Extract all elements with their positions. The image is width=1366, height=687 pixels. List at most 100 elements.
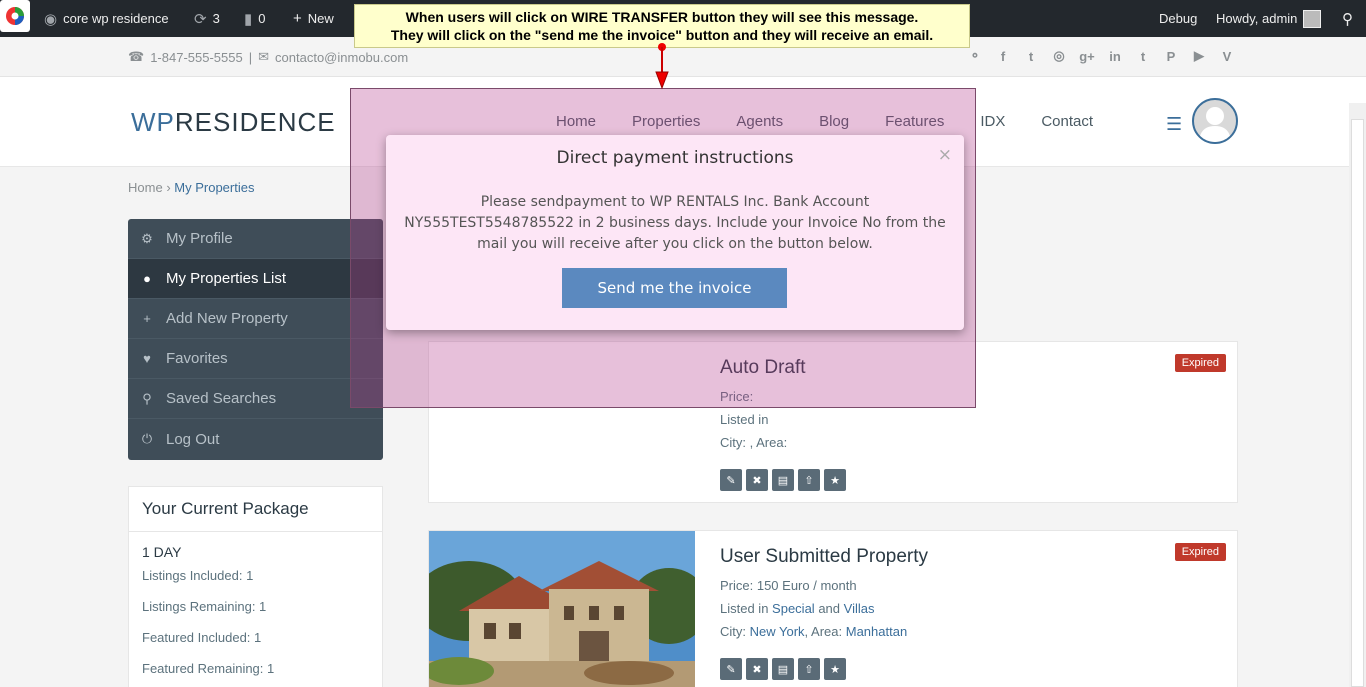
sidebar-item-saved-searches[interactable]: ⚲ Saved Searches <box>128 379 383 419</box>
package-featured-remaining: Featured Remaining: 1 <box>142 661 275 676</box>
page-scrollbar[interactable] <box>1349 103 1366 687</box>
package-listings-remaining: Listings Remaining: 1 <box>142 599 267 614</box>
property-city-area: City: , Area: <box>720 435 788 450</box>
plus-icon: + <box>293 10 302 27</box>
dribbble-icon[interactable]: ◎ <box>1050 47 1068 65</box>
property-title[interactable]: User Submitted Property <box>720 546 928 568</box>
facebook-icon[interactable]: f <box>994 47 1012 65</box>
current-package-panel: Your Current Package 1 DAY Listings Incl… <box>128 486 383 687</box>
phone-icon: ☎ <box>128 49 145 64</box>
property-listed-in: Listed in Special and Villas <box>720 601 874 616</box>
sidebar-item-label: My Profile <box>166 230 233 247</box>
scrollbar-thumb[interactable] <box>1351 119 1364 687</box>
breadcrumb-current[interactable]: My Properties <box>174 180 254 195</box>
new-menu[interactable]: + New <box>293 0 334 37</box>
upload-icon[interactable]: ⇧ <box>798 658 820 680</box>
site-logo[interactable]: WPRESIDENCE <box>131 107 336 138</box>
sidebar-item-add-new-property[interactable]: + Add New Property <box>128 299 383 339</box>
vimeo-icon[interactable]: V <box>1218 47 1236 65</box>
sidebar-item-label: Saved Searches <box>166 390 277 407</box>
pay-icon[interactable]: ▤ <box>772 469 794 491</box>
dashboard-sidebar: ⚙ My Profile ● My Properties List + Add … <box>128 219 383 460</box>
search-icon: ⚲ <box>1342 10 1353 28</box>
property-image[interactable] <box>429 531 695 687</box>
user-avatar[interactable] <box>1192 98 1238 144</box>
breadcrumb-separator: › <box>166 180 171 195</box>
edit-icon[interactable]: ✎ <box>720 469 742 491</box>
sidebar-item-favorites[interactable]: ♥ Favorites <box>128 339 383 379</box>
payment-instructions-modal: Direct payment instructions × Please sen… <box>386 135 964 330</box>
twitter-icon[interactable]: t <box>1022 47 1040 65</box>
google-plus-icon[interactable]: g+ <box>1078 47 1096 65</box>
hamburger-menu-icon[interactable]: ☰ <box>1166 114 1182 135</box>
star-icon[interactable]: ★ <box>824 658 846 680</box>
tumblr-icon[interactable]: t <box>1134 47 1152 65</box>
sidebar-item-label: Add New Property <box>166 310 288 327</box>
package-title: Your Current Package <box>129 487 382 532</box>
sidebar-item-my-properties-list[interactable]: ● My Properties List <box>128 259 383 299</box>
status-badge: Expired <box>1174 543 1226 561</box>
email-address[interactable]: contacto@inmobu.com <box>275 50 408 65</box>
debug-label: Debug <box>1159 11 1198 26</box>
rss-icon[interactable]: ⚬ <box>966 47 984 65</box>
contact-info: ☎ 1-847-555-5555 | ✉ contacto@inmobu.com <box>128 49 408 65</box>
search-icon: ⚲ <box>142 390 152 406</box>
sidebar-item-log-out[interactable]: ⏻ Log Out <box>128 419 383 459</box>
breadcrumb-home[interactable]: Home <box>128 180 163 195</box>
admin-search[interactable]: ⚲ <box>1342 0 1353 37</box>
pinterest-icon[interactable]: P <box>1162 47 1180 65</box>
logo-residence: RESIDENCE <box>174 107 336 137</box>
youtube-icon[interactable]: ▶ <box>1190 47 1208 65</box>
heart-icon: ♥ <box>143 351 151 366</box>
account-menu[interactable]: Howdy, admin <box>1216 0 1322 37</box>
sidebar-item-my-profile[interactable]: ⚙ My Profile <box>128 219 383 259</box>
category-link-villas[interactable]: Villas <box>844 601 875 616</box>
delete-icon[interactable]: ✖ <box>746 658 768 680</box>
sidebar-item-label: Favorites <box>166 350 228 367</box>
listed-in-prefix: Listed in <box>720 601 769 616</box>
send-invoice-button[interactable]: Send me the invoice <box>562 268 787 308</box>
nav-idx[interactable]: IDX <box>980 113 1005 130</box>
star-icon[interactable]: ★ <box>824 469 846 491</box>
plus-icon: + <box>143 311 151 326</box>
site-name-menu[interactable]: ◉ core wp residence <box>44 0 169 37</box>
property-listed-in: Listed in <box>720 412 769 427</box>
map-marker-icon: ● <box>143 271 151 286</box>
comments-menu[interactable]: ▮ 0 <box>244 0 266 37</box>
package-featured-included: Featured Included: 1 <box>142 630 262 645</box>
site-name: core wp residence <box>63 11 169 26</box>
property-card: User Submitted Property Expired Price: 1… <box>428 530 1238 687</box>
email-icon: ✉ <box>258 49 270 64</box>
close-icon[interactable]: × <box>938 145 952 165</box>
status-badge: Expired <box>1174 354 1226 372</box>
edit-icon[interactable]: ✎ <box>720 658 742 680</box>
pay-icon[interactable]: ▤ <box>772 658 794 680</box>
dashboard-icon: ◉ <box>44 10 58 28</box>
contact-separator: | <box>248 49 253 65</box>
social-links: ⚬ f t ◎ g+ in t P ▶ V <box>966 47 1236 65</box>
howdy-label: Howdy, admin <box>1216 11 1298 26</box>
delete-icon[interactable]: ✖ <box>746 469 768 491</box>
phone-number[interactable]: 1-847-555-5555 <box>150 50 243 65</box>
listed-in-and: and <box>818 601 841 616</box>
city-link[interactable]: New York <box>750 624 805 639</box>
property-actions: ✎ ✖ ▤ ⇧ ★ <box>720 658 846 680</box>
debug-menu[interactable]: Debug <box>1159 0 1197 37</box>
modal-body: Please sendpayment to WP RENTALS Inc. Ba… <box>404 194 946 252</box>
upload-icon[interactable]: ⇧ <box>798 469 820 491</box>
logo-wp: WP <box>131 107 175 137</box>
property-city-area: City: New York, Area: Manhattan <box>720 624 907 639</box>
city-prefix: City: <box>720 624 746 639</box>
category-link-special[interactable]: Special <box>772 601 815 616</box>
package-listings-included: Listings Included: 1 <box>142 568 254 583</box>
wp-logo-icon[interactable] <box>0 0 30 32</box>
area-prefix: , Area: <box>804 624 843 639</box>
annotation-arrow-icon <box>655 43 669 90</box>
linkedin-icon[interactable]: in <box>1106 47 1124 65</box>
gear-icon: ⚙ <box>141 230 153 246</box>
nav-contact[interactable]: Contact <box>1041 113 1093 130</box>
updates-count: 3 <box>212 11 220 26</box>
updates-menu[interactable]: ⟳ 3 <box>194 0 220 37</box>
new-label: New <box>307 11 334 26</box>
area-link[interactable]: Manhattan <box>846 624 907 639</box>
